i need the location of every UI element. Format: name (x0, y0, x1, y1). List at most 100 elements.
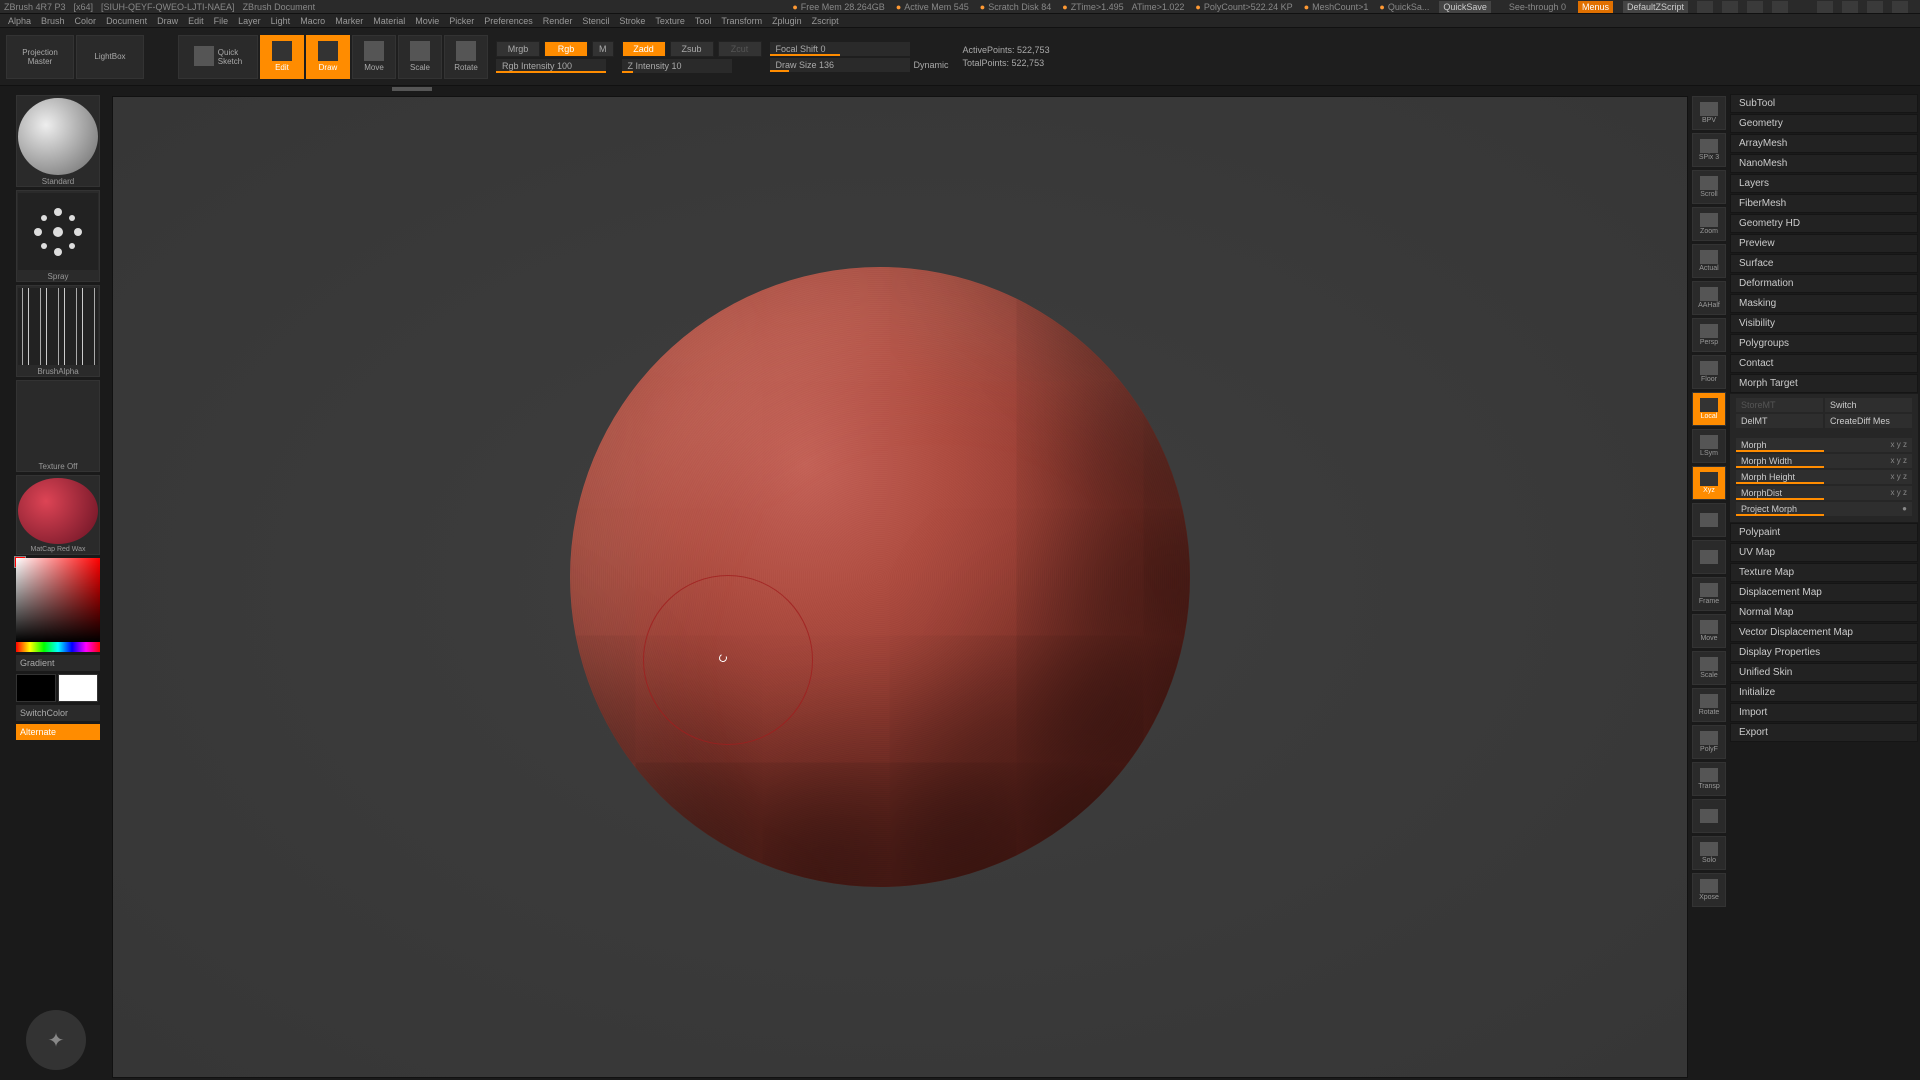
menu-zscript[interactable]: Zscript (812, 16, 839, 26)
nav-move-button[interactable]: Move (1692, 614, 1726, 648)
panel-uv-map[interactable]: UV Map (1730, 543, 1918, 562)
morph-slider[interactable]: Morphx y z (1736, 438, 1912, 452)
draw-size-slider[interactable]: Draw Size 136 (770, 58, 910, 72)
nav-solo-button[interactable]: Solo (1692, 836, 1726, 870)
hue-slider[interactable] (16, 642, 100, 652)
nav-ghost-button[interactable] (1692, 799, 1726, 833)
m-toggle[interactable]: M (592, 41, 614, 57)
panel-subtool[interactable]: SubTool (1730, 94, 1918, 113)
panel-vector-displacement-map[interactable]: Vector Displacement Map (1730, 623, 1918, 642)
panel-nanomesh[interactable]: NanoMesh (1730, 154, 1918, 173)
focal-shift-slider[interactable]: Focal Shift 0 (770, 42, 910, 56)
menu-stroke[interactable]: Stroke (619, 16, 645, 26)
panel-initialize[interactable]: Initialize (1730, 683, 1918, 702)
alpha-selector[interactable]: BrushAlpha (16, 285, 100, 377)
win-icon-1[interactable] (1697, 1, 1713, 13)
nav-m1-button[interactable] (1692, 503, 1726, 537)
ui-script[interactable]: DefaultZScript (1623, 1, 1688, 13)
panel-visibility[interactable]: Visibility (1730, 314, 1918, 333)
nav-frame-button[interactable]: Frame (1692, 577, 1726, 611)
mesh-sphere[interactable] (570, 267, 1190, 887)
nav-lsym-button[interactable]: LSym (1692, 429, 1726, 463)
quick-sketch-button[interactable]: Quick Sketch (178, 35, 258, 79)
zcut-toggle[interactable]: Zcut (718, 41, 762, 57)
rotate-button[interactable]: Rotate (444, 35, 488, 79)
mrgb-toggle[interactable]: Mrgb (496, 41, 540, 57)
project-morph-slider[interactable]: Project Morph● (1736, 502, 1912, 516)
storemt-button[interactable]: StoreMT (1736, 398, 1823, 412)
stroke-selector[interactable]: Spray (16, 190, 100, 282)
alternate-button[interactable]: Alternate (16, 724, 100, 740)
main-color-swatch[interactable] (16, 674, 56, 702)
panel-polypaint[interactable]: Polypaint (1730, 523, 1918, 542)
nav-scroll-button[interactable]: Scroll (1692, 170, 1726, 204)
nav-scale-button[interactable]: Scale (1692, 651, 1726, 685)
close-icon[interactable] (1892, 1, 1908, 13)
panel-display-properties[interactable]: Display Properties (1730, 643, 1918, 662)
dynamic-label[interactable]: Dynamic (914, 60, 949, 70)
color-picker[interactable] (16, 558, 100, 642)
menu-transform[interactable]: Transform (721, 16, 762, 26)
menu-zplugin[interactable]: Zplugin (772, 16, 802, 26)
panel-layers[interactable]: Layers (1730, 174, 1918, 193)
nav-polyf-button[interactable]: PolyF (1692, 725, 1726, 759)
panel-contact[interactable]: Contact (1730, 354, 1918, 373)
menu-texture[interactable]: Texture (655, 16, 685, 26)
nav-xyz-button[interactable]: Xyz (1692, 466, 1726, 500)
move-button[interactable]: Move (352, 35, 396, 79)
menu-material[interactable]: Material (373, 16, 405, 26)
draw-button[interactable]: Draw (306, 35, 350, 79)
panel-surface[interactable]: Surface (1730, 254, 1918, 273)
edit-button[interactable]: Edit (260, 35, 304, 79)
quicksave-button[interactable]: QuickSave (1439, 1, 1491, 13)
nav-xpose-button[interactable]: Xpose (1692, 873, 1726, 907)
menu-movie[interactable]: Movie (415, 16, 439, 26)
menu-picker[interactable]: Picker (449, 16, 474, 26)
menu-light[interactable]: Light (271, 16, 291, 26)
menu-tool[interactable]: Tool (695, 16, 712, 26)
rgb-intensity-slider[interactable]: Rgb Intensity 100 (496, 59, 606, 73)
restore-icon[interactable] (1867, 1, 1883, 13)
menus-button[interactable]: Menus (1578, 1, 1613, 13)
scale-button[interactable]: Scale (398, 35, 442, 79)
panel-fibermesh[interactable]: FiberMesh (1730, 194, 1918, 213)
panel-normal-map[interactable]: Normal Map (1730, 603, 1918, 622)
nav-aahalf-button[interactable]: AAHalf (1692, 281, 1726, 315)
morph-height-slider[interactable]: Morph Heightx y z (1736, 470, 1912, 484)
panel-morph-target[interactable]: Morph Target (1730, 374, 1918, 393)
win-icon-2[interactable] (1722, 1, 1738, 13)
panel-masking[interactable]: Masking (1730, 294, 1918, 313)
rgb-toggle[interactable]: Rgb (544, 41, 588, 57)
nav-bpv-button[interactable]: BPV (1692, 96, 1726, 130)
z-intensity-slider[interactable]: Z Intensity 10 (622, 59, 732, 73)
panel-polygroups[interactable]: Polygroups (1730, 334, 1918, 353)
panel-texture-map[interactable]: Texture Map (1730, 563, 1918, 582)
win-icon-4[interactable] (1772, 1, 1788, 13)
menu-stencil[interactable]: Stencil (582, 16, 609, 26)
lightbox-button[interactable]: LightBox (76, 35, 144, 79)
win-icon-3[interactable] (1747, 1, 1763, 13)
menu-macro[interactable]: Macro (300, 16, 325, 26)
brush-selector[interactable]: Standard (16, 95, 100, 187)
switch-color-button[interactable]: SwitchColor (16, 705, 100, 721)
panel-geometry-hd[interactable]: Geometry HD (1730, 214, 1918, 233)
material-selector[interactable]: MatCap Red Wax (16, 475, 100, 555)
nav-actual-button[interactable]: Actual (1692, 244, 1726, 278)
zadd-toggle[interactable]: Zadd (622, 41, 666, 57)
panel-unified-skin[interactable]: Unified Skin (1730, 663, 1918, 682)
creatediff-button[interactable]: CreateDiff Mes (1825, 414, 1912, 428)
projection-master-button[interactable]: Projection Master (6, 35, 74, 79)
delmt-button[interactable]: DelMT (1736, 414, 1823, 428)
panel-deformation[interactable]: Deformation (1730, 274, 1918, 293)
morph-width-slider[interactable]: Morph Widthx y z (1736, 454, 1912, 468)
nav-zoom-button[interactable]: Zoom (1692, 207, 1726, 241)
texture-selector[interactable]: Texture Off (16, 380, 100, 472)
secondary-color-swatch[interactable] (58, 674, 98, 702)
nav-local-button[interactable]: Local (1692, 392, 1726, 426)
menu-alpha[interactable]: Alpha (8, 16, 31, 26)
switch-button[interactable]: Switch (1825, 398, 1912, 412)
minimize-icon[interactable] (1817, 1, 1833, 13)
panel-preview[interactable]: Preview (1730, 234, 1918, 253)
nav-rotate-button[interactable]: Rotate (1692, 688, 1726, 722)
nav-spix-button[interactable]: SPix 3 (1692, 133, 1726, 167)
